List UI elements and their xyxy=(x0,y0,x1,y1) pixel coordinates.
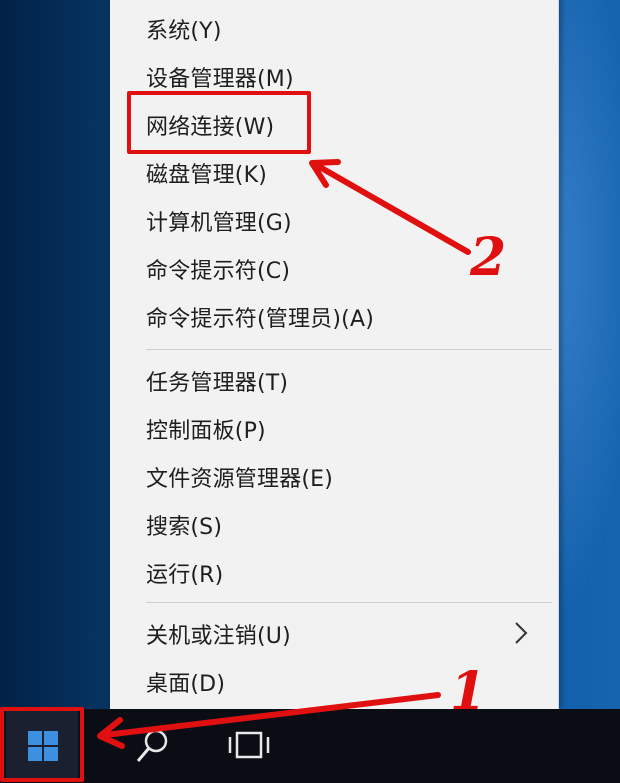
menu-item-label: 桌面(D) xyxy=(146,672,226,697)
menu-item-label: 磁盘管理(K) xyxy=(146,163,267,188)
menu-item-label: 关机或注销(U) xyxy=(146,624,291,649)
menu-item-label: 命令提示符(管理员)(A) xyxy=(146,307,374,332)
menu-item-device-manager[interactable]: 设备管理器(M) xyxy=(146,58,546,96)
menu-item-file-explorer[interactable]: 文件资源管理器(E) xyxy=(146,458,546,496)
quick-link-menu: 系统(Y) 设备管理器(M) 网络连接(W) 磁盘管理(K) 计算机管理(G) … xyxy=(110,0,559,709)
start-button[interactable] xyxy=(6,710,78,781)
search-button[interactable] xyxy=(122,717,182,775)
menu-item-desktop[interactable]: 桌面(D) xyxy=(146,663,546,701)
menu-separator xyxy=(146,349,552,350)
menu-item-command-prompt[interactable]: 命令提示符(C) xyxy=(146,250,546,288)
chevron-right-icon xyxy=(515,622,528,644)
menu-item-label: 命令提示符(C) xyxy=(146,259,291,284)
menu-item-label: 控制面板(P) xyxy=(146,419,266,444)
menu-item-label: 网络连接(W) xyxy=(146,115,275,140)
menu-item-computer-management[interactable]: 计算机管理(G) xyxy=(146,202,546,240)
menu-item-label: 设备管理器(M) xyxy=(146,67,294,92)
menu-item-command-prompt-admin[interactable]: 命令提示符(管理员)(A) xyxy=(146,298,546,336)
menu-separator xyxy=(146,602,552,603)
menu-item-label: 运行(R) xyxy=(146,563,224,588)
menu-item-label: 文件资源管理器(E) xyxy=(146,467,334,492)
menu-item-run[interactable]: 运行(R) xyxy=(146,554,546,592)
task-view-icon xyxy=(228,731,270,759)
menu-item-label: 计算机管理(G) xyxy=(146,211,292,236)
menu-item-search[interactable]: 搜索(S) xyxy=(146,506,546,544)
menu-item-system[interactable]: 系统(Y) xyxy=(146,10,546,48)
search-icon xyxy=(136,729,168,762)
taskbar xyxy=(0,709,620,783)
menu-item-shutdown-or-sign-out[interactable]: 关机或注销(U) xyxy=(146,615,546,653)
menu-item-network-connections[interactable]: 网络连接(W) xyxy=(146,106,546,144)
menu-item-control-panel[interactable]: 控制面板(P) xyxy=(146,410,546,448)
menu-item-label: 搜索(S) xyxy=(146,515,223,540)
task-view-button[interactable] xyxy=(218,717,280,775)
menu-item-disk-management[interactable]: 磁盘管理(K) xyxy=(146,154,546,192)
menu-item-label: 任务管理器(T) xyxy=(146,371,289,396)
desktop-dark-edge xyxy=(0,0,110,709)
menu-item-task-manager[interactable]: 任务管理器(T) xyxy=(146,362,546,400)
menu-item-label: 系统(Y) xyxy=(146,19,222,44)
windows-logo-icon xyxy=(28,731,58,761)
